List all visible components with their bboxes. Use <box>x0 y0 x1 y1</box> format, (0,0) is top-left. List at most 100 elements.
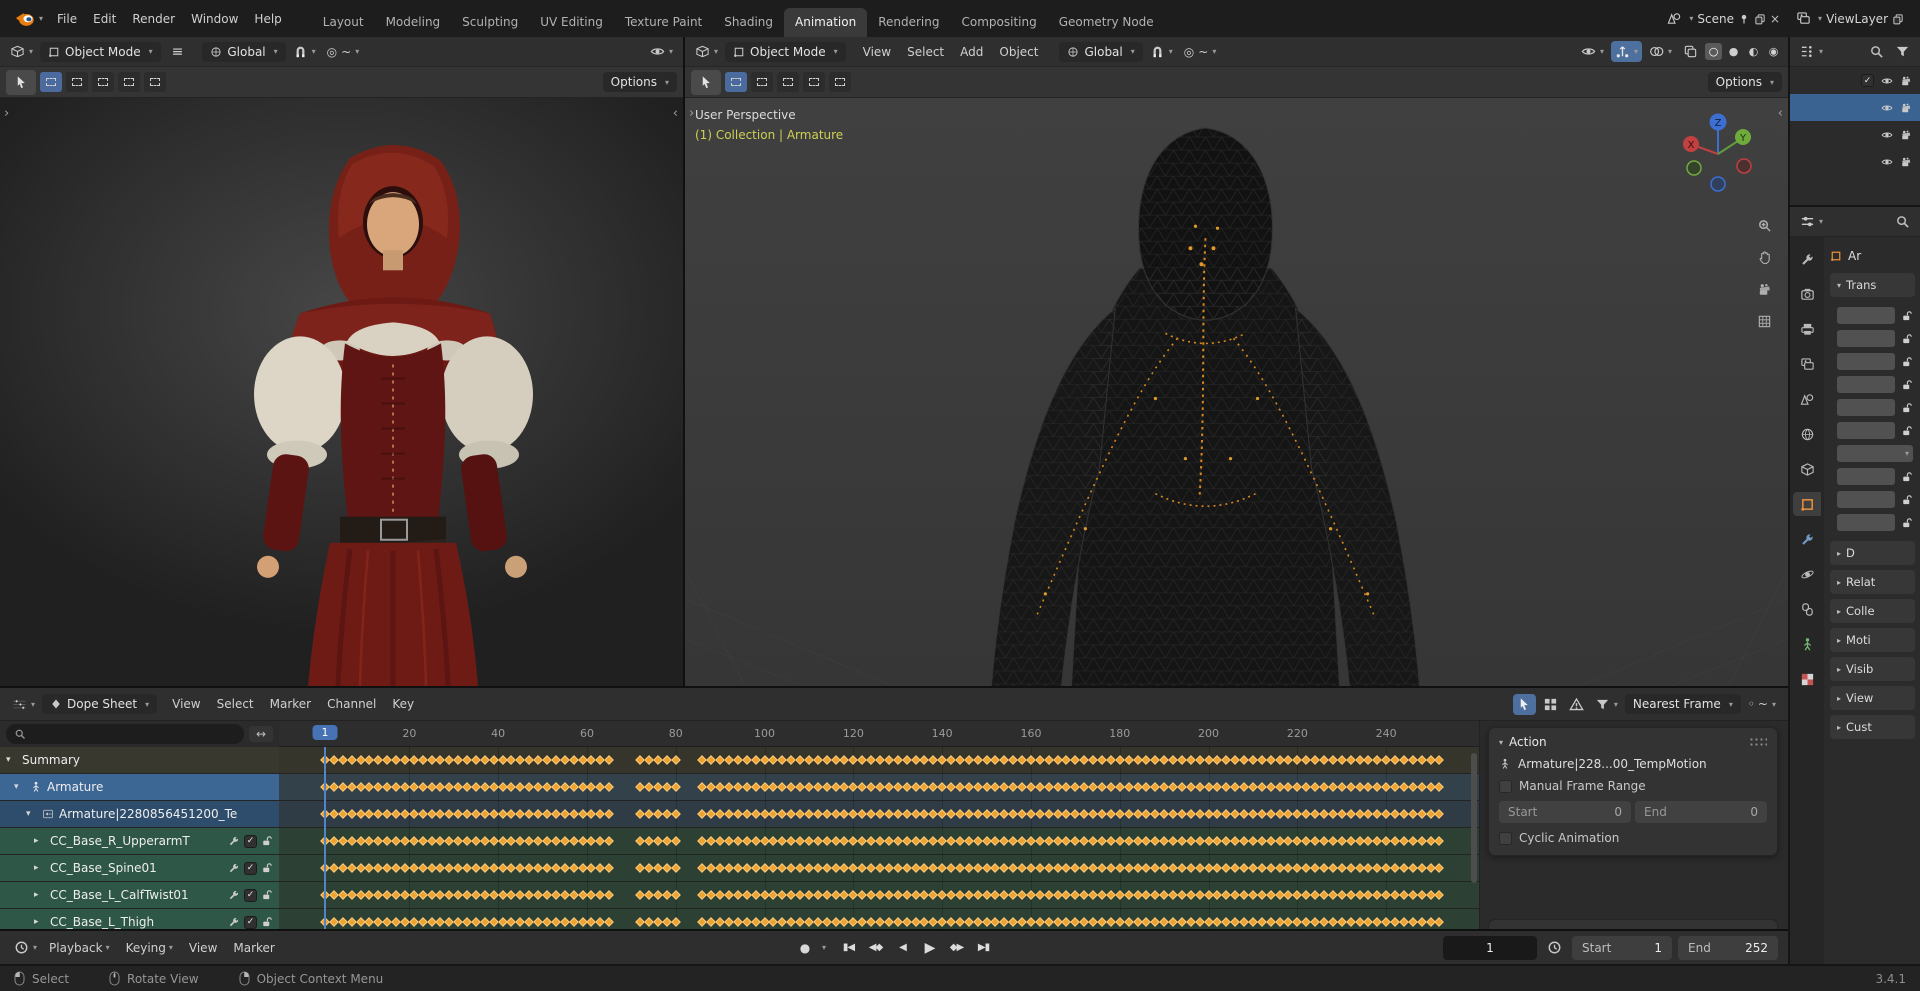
channel-enable-checkbox[interactable]: ✓ <box>244 861 257 875</box>
channel-search-input[interactable] <box>6 724 244 744</box>
scene-selector[interactable]: ▾ Scene × <box>1661 9 1786 28</box>
outliner-row-3[interactable] <box>1790 148 1920 175</box>
lockopen-icon[interactable] <box>1901 310 1913 322</box>
mode-dropdown[interactable]: Object Mode ▾ <box>725 41 846 62</box>
dopesheet-menu-channel[interactable]: Channel <box>319 694 384 714</box>
blender-logo-button[interactable]: ▾ <box>10 7 47 31</box>
editor-type-button[interactable]: ▾ <box>6 41 37 62</box>
manual-frame-range-row[interactable]: Manual Frame Range <box>1499 779 1767 793</box>
editor-type-button[interactable]: ▾ <box>1796 41 1827 62</box>
workspace-tab-geometry-node[interactable]: Geometry Node <box>1048 8 1165 37</box>
keyframe-row-cc-base-spine01[interactable] <box>279 855 1479 882</box>
keyframe[interactable] <box>1434 809 1445 819</box>
keyframe[interactable] <box>670 917 681 927</box>
keyframe[interactable] <box>1434 890 1445 900</box>
invert-filter-button[interactable]: ↔ <box>248 726 273 742</box>
select-mode-intersect-button[interactable] <box>829 72 851 92</box>
workspace-tab-animation[interactable]: Animation <box>784 8 868 37</box>
lockopen-icon[interactable] <box>1901 356 1913 368</box>
options-dropdown[interactable]: Options ▾ <box>602 72 677 92</box>
topbar-menu-window[interactable]: Window <box>183 9 246 29</box>
cyclic-animation-row[interactable]: Cyclic Animation <box>1499 831 1767 845</box>
current-frame-field[interactable]: 1 <box>1443 935 1537 960</box>
show-hidden-toggle[interactable] <box>1539 694 1562 715</box>
playbar-menu-marker[interactable]: Marker <box>225 938 282 958</box>
vertical-scrollbar[interactable] <box>1471 753 1477 883</box>
expand-chevron-icon[interactable]: ▸ <box>34 917 45 927</box>
dopesheet-menu-view[interactable]: View <box>164 694 208 714</box>
eye-icon[interactable] <box>1881 129 1893 141</box>
ortho-toggle-icon[interactable] <box>1757 314 1772 329</box>
camera-view-icon[interactable] <box>1757 282 1772 297</box>
props-section-visib[interactable]: ▸ Visib <box>1830 657 1915 681</box>
outliner-filter-button[interactable] <box>1891 41 1914 62</box>
orientation-dropdown[interactable]: Global ▾ <box>202 41 286 62</box>
props-section-d[interactable]: ▸ D <box>1830 541 1915 565</box>
properties-tab-scene[interactable] <box>1793 387 1821 411</box>
properties-tab-view-layer[interactable] <box>1793 352 1821 376</box>
transform-value-field[interactable] <box>1837 376 1895 393</box>
keyframe[interactable] <box>604 836 615 846</box>
channel-enable-checkbox[interactable]: ✓ <box>244 915 257 929</box>
select-mode-difference-button[interactable] <box>803 72 825 92</box>
new-scene-icon[interactable] <box>1754 13 1766 25</box>
workspace-tab-rendering[interactable]: Rendering <box>867 8 950 37</box>
lockopen-icon[interactable] <box>261 835 273 847</box>
eye-icon[interactable] <box>1881 156 1893 168</box>
keyframe[interactable] <box>604 917 615 927</box>
action-selector[interactable]: Armature|228...00_TempMotion <box>1499 757 1767 771</box>
filter-dropdown[interactable]: ▾ <box>1591 694 1622 715</box>
active-tool-button[interactable] <box>691 69 721 95</box>
properties-tab-texture[interactable] <box>1793 667 1821 691</box>
viewport-menu-view[interactable]: View <box>855 42 899 62</box>
wrench-icon[interactable] <box>228 835 240 847</box>
viewport-menu-object[interactable]: Object <box>991 42 1046 62</box>
next-panel-edge[interactable] <box>1488 919 1778 929</box>
panel-grip-icon[interactable] <box>1749 737 1767 747</box>
play-reverse-button[interactable]: ◀ <box>890 936 915 960</box>
navigation-gizmo[interactable]: Z X Y <box>1672 108 1764 200</box>
channel-cc-base-r-upperarmt[interactable]: ▸ CC_Base_R_UpperarmT ✓ <box>0 828 279 855</box>
outliner-search-button[interactable] <box>1865 41 1888 62</box>
editor-type-button[interactable]: ▾ <box>691 41 722 62</box>
keyframe[interactable] <box>604 863 615 873</box>
wrench-icon[interactable] <box>228 916 240 928</box>
frame-start-field[interactable]: Start 1 <box>1572 935 1672 960</box>
viewlayer-selector[interactable]: ▾ ViewLayer <box>1790 9 1910 28</box>
transform-value-field[interactable] <box>1837 514 1895 531</box>
jump-end-button[interactable]: ▶▮ <box>971 936 996 960</box>
eye-icon[interactable] <box>1881 102 1893 114</box>
lockopen-icon[interactable] <box>261 916 273 928</box>
properties-tab-render[interactable] <box>1793 282 1821 306</box>
frame-ruler[interactable]: 20 40 60 80 100 120 140 160 180 200 220 240 <box>279 721 1479 747</box>
workspace-tab-modeling[interactable]: Modeling <box>375 8 452 37</box>
proportional-edit-button[interactable]: ◦ ~ ▾ <box>1744 694 1780 714</box>
topbar-menu-file[interactable]: File <box>49 9 85 29</box>
lockopen-icon[interactable] <box>1901 333 1913 345</box>
keyframe-region[interactable]: 20 40 60 80 100 120 140 160 180 200 220 240 1 <box>279 721 1479 929</box>
keyframe[interactable] <box>1434 782 1445 792</box>
properties-tab-world[interactable] <box>1793 422 1821 446</box>
rotation-mode-dropdown[interactable]: ▾ <box>1837 445 1913 462</box>
properties-tab-collection[interactable] <box>1793 457 1821 481</box>
keyframe[interactable] <box>670 755 681 765</box>
properties-tab-object[interactable] <box>1793 492 1821 516</box>
options-dropdown[interactable]: Options ▾ <box>1707 72 1782 92</box>
keyframe-row-armature[interactable] <box>279 774 1479 801</box>
new-viewlayer-icon[interactable] <box>1892 13 1904 25</box>
lockopen-icon[interactable] <box>1901 402 1913 414</box>
shading-solid-button[interactable]: ● <box>1725 43 1742 60</box>
dopesheet-menu-key[interactable]: Key <box>384 694 422 714</box>
properties-tab-output[interactable] <box>1793 317 1821 341</box>
toolbar-expand-chevron[interactable]: › <box>689 106 694 121</box>
select-mode-extend-button[interactable] <box>751 72 773 92</box>
camera-icon[interactable] <box>1900 156 1912 168</box>
keyframe[interactable] <box>670 836 681 846</box>
transform-value-field[interactable] <box>1837 353 1895 370</box>
editor-type-button[interactable]: ▾ <box>10 937 41 958</box>
expand-chevron-icon[interactable]: ▸ <box>34 836 45 846</box>
props-section-colle[interactable]: ▸ Colle <box>1830 599 1915 623</box>
action-end-field[interactable]: End 0 <box>1635 801 1767 823</box>
keyframe[interactable] <box>670 890 681 900</box>
action-panel-header[interactable]: ▾ Action <box>1499 735 1767 749</box>
